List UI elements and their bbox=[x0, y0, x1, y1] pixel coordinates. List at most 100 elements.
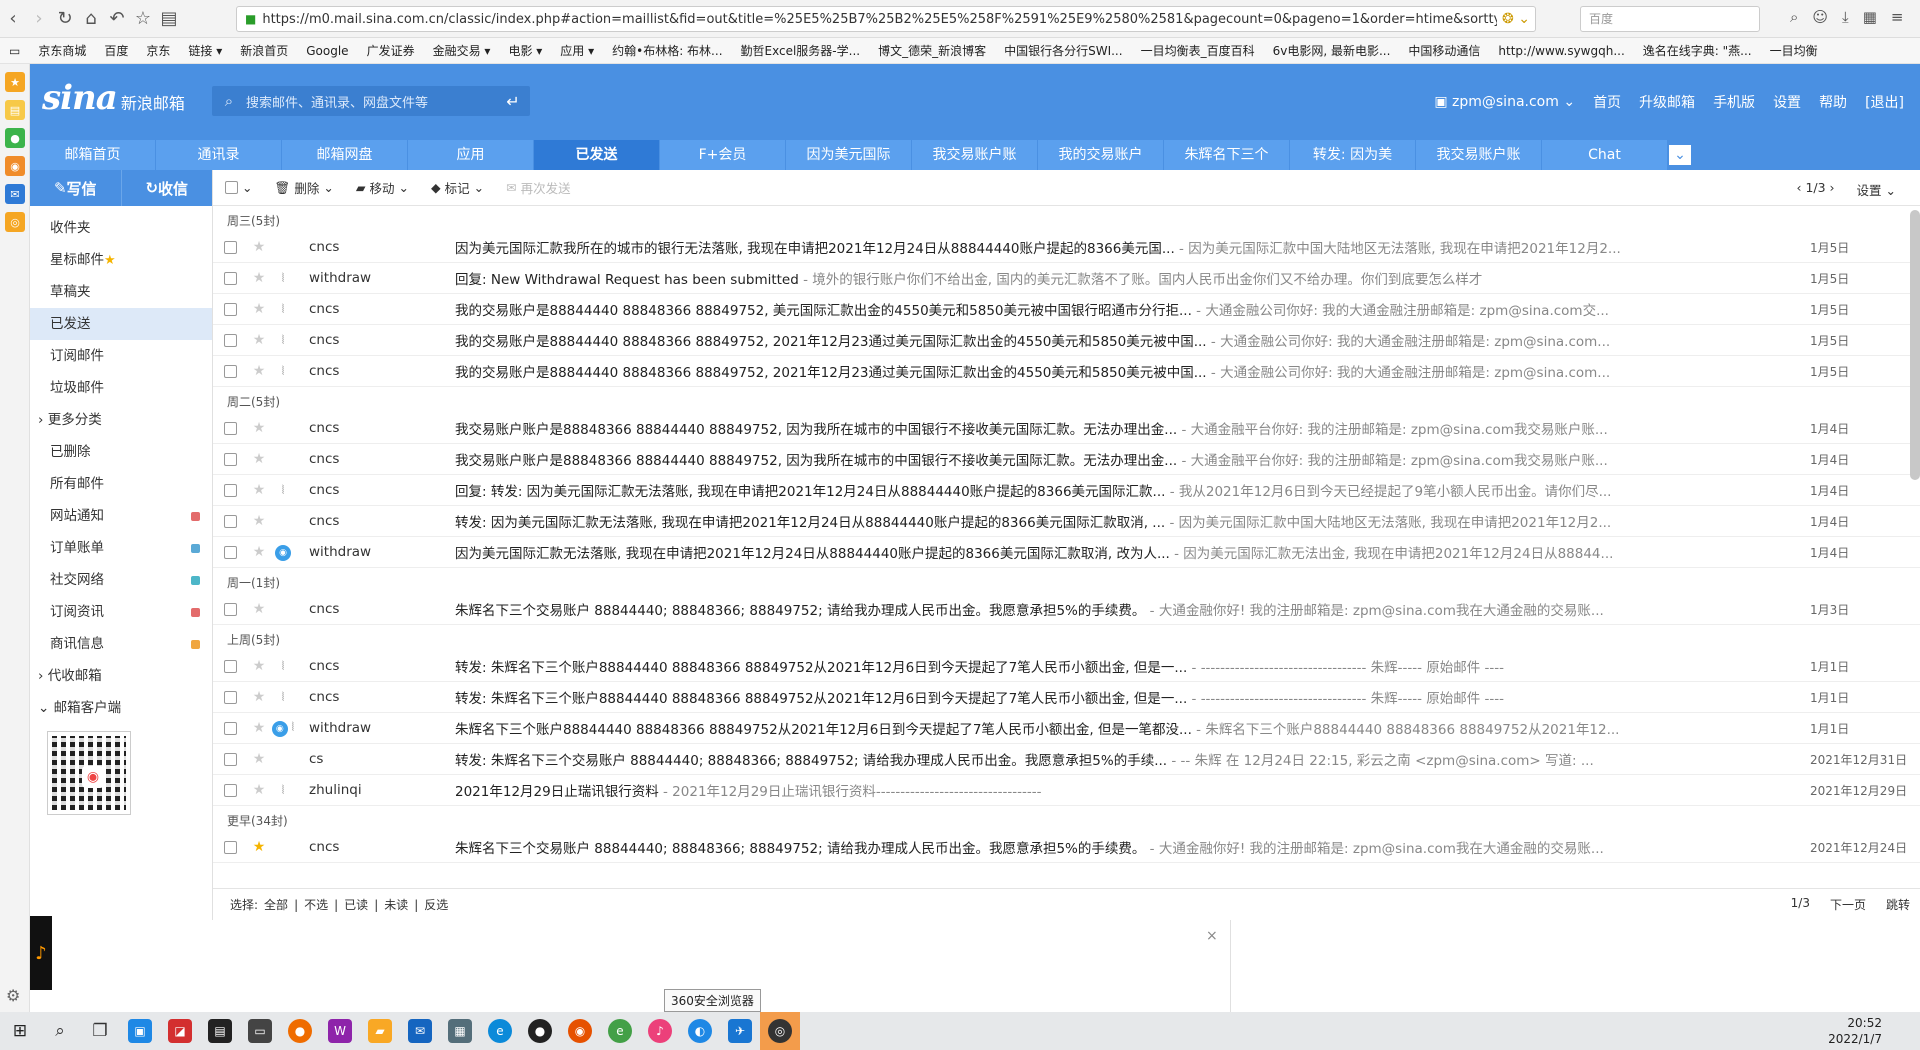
table-row[interactable]: ★ cncs 因为美元国际汇款我所在的城市的银行无法落账, 我现在申请把2021年1… bbox=[213, 232, 1920, 263]
app-orange-icon[interactable]: ● bbox=[280, 1012, 320, 1050]
header-link[interactable]: [退出] bbox=[1865, 92, 1904, 112]
bookmark-item[interactable]: 一目均衡 bbox=[1761, 42, 1827, 59]
home-icon[interactable]: ⌂ bbox=[78, 6, 104, 32]
tab-item[interactable]: 我的交易账户 bbox=[1038, 140, 1164, 170]
sidebar-folder[interactable]: 所有邮件 bbox=[30, 468, 212, 500]
undo-icon[interactable]: ↶ bbox=[104, 6, 130, 32]
checkbox[interactable] bbox=[223, 364, 237, 378]
browser-search-input[interactable]: 百度 bbox=[1580, 6, 1760, 32]
star-icon[interactable]: ★ bbox=[247, 689, 271, 705]
star-icon[interactable]: ★ bbox=[247, 658, 271, 674]
sidebar-folder[interactable]: 收件夹 bbox=[30, 212, 212, 244]
sidebar-folder[interactable]: 已发送 bbox=[30, 308, 212, 340]
star-icon[interactable]: ★ bbox=[247, 513, 271, 529]
star-icon[interactable]: ★ bbox=[247, 782, 271, 798]
sidebar-folder[interactable]: ⌄ 邮箱客户端 bbox=[30, 692, 212, 724]
download-icon[interactable]: ⤓ bbox=[1842, 8, 1849, 26]
row-checkbox[interactable] bbox=[213, 271, 247, 285]
bookmark-toggle-icon[interactable]: ▭ bbox=[0, 44, 29, 58]
select-option[interactable]: 全部 bbox=[264, 898, 288, 912]
star-icon[interactable]: ★ bbox=[247, 601, 271, 617]
bookmark-item[interactable]: 中国银行各分行SWI... bbox=[995, 42, 1131, 59]
bookmark-item[interactable]: 链接 ▾ bbox=[179, 42, 231, 59]
mail-search-input[interactable]: ⌕ 搜索邮件、通讯录、网盘文件等 ↵ bbox=[212, 86, 530, 116]
table-row[interactable]: ★ cncs 朱辉名下三个交易账户 88844440; 88848366; 8884… bbox=[213, 594, 1920, 625]
favorite-star-icon[interactable]: ☆ bbox=[130, 6, 156, 32]
row-checkbox[interactable] bbox=[213, 752, 247, 766]
terminal-icon[interactable]: ▭ bbox=[240, 1012, 280, 1050]
sidebar-folder[interactable]: 网站通知 bbox=[30, 500, 212, 532]
search-icon[interactable]: ⌕ bbox=[1790, 8, 1798, 26]
row-checkbox[interactable] bbox=[213, 514, 247, 528]
bookmark-item[interactable]: 百度 bbox=[95, 42, 137, 59]
close-icon[interactable]: × bbox=[1206, 928, 1218, 944]
select-option[interactable]: 反选 bbox=[424, 898, 448, 912]
row-checkbox[interactable] bbox=[213, 840, 247, 854]
checkbox[interactable] bbox=[223, 783, 237, 797]
jump-link[interactable]: 跳转 bbox=[1886, 896, 1910, 913]
star-icon[interactable]: ★ bbox=[247, 270, 271, 286]
table-row[interactable]: ★ ◉ withdraw 因为美元国际汇款无法落账, 我现在申请把2021年12月24… bbox=[213, 537, 1920, 568]
checkbox[interactable] bbox=[223, 602, 237, 616]
star-icon[interactable]: ★ bbox=[247, 420, 271, 436]
checkbox[interactable] bbox=[223, 333, 237, 347]
header-link[interactable]: 手机版 bbox=[1713, 92, 1755, 112]
app-blue-icon[interactable]: ◐ bbox=[680, 1012, 720, 1050]
row-checkbox[interactable] bbox=[213, 545, 247, 559]
edge-icon[interactable]: e bbox=[480, 1012, 520, 1050]
sidebar-folder[interactable]: › 代收邮箱 bbox=[30, 660, 212, 692]
sidebar-folder[interactable]: 已删除 bbox=[30, 436, 212, 468]
bookmark-item[interactable]: 京东商城 bbox=[29, 42, 95, 59]
music-icon[interactable]: ♪ bbox=[30, 916, 52, 990]
table-row[interactable]: ★ cncs 转发: 因为美元国际汇款无法落账, 我现在申请把2021年12月24日… bbox=[213, 506, 1920, 537]
app-wh-icon[interactable]: W bbox=[320, 1012, 360, 1050]
sidebar-folder[interactable]: 订单账单 bbox=[30, 532, 212, 564]
tab-item[interactable]: 应用 bbox=[408, 140, 534, 170]
checkbox[interactable] bbox=[223, 659, 237, 673]
resend-button[interactable]: ✉ 再次发送 bbox=[506, 178, 571, 197]
back-icon[interactable]: ‹ bbox=[0, 6, 26, 32]
star-icon[interactable]: ★ bbox=[247, 751, 271, 767]
row-checkbox[interactable] bbox=[213, 364, 247, 378]
forward-icon[interactable]: › bbox=[26, 6, 52, 32]
row-checkbox[interactable] bbox=[213, 240, 247, 254]
tab-item[interactable]: 朱辉名下三个 bbox=[1164, 140, 1290, 170]
select-option[interactable]: 已读 bbox=[344, 898, 368, 912]
receive-button[interactable]: ↻ 收信 bbox=[122, 170, 213, 206]
list-settings-button[interactable]: 设置 ⌄ bbox=[1857, 180, 1896, 199]
row-checkbox[interactable] bbox=[213, 690, 247, 704]
wechat-icon[interactable]: ● bbox=[5, 128, 25, 148]
table-row[interactable]: ★ cncs 朱辉名下三个交易账户 88844440; 88848366; 8884… bbox=[213, 832, 1920, 863]
task-view-icon[interactable]: ❐ bbox=[80, 1012, 120, 1050]
menu-icon[interactable]: ≡ bbox=[1891, 8, 1904, 26]
page-nav[interactable]: ‹ 1/3 › bbox=[1796, 180, 1834, 199]
table-row[interactable]: ★ cs 转发: 朱辉名下三个交易账户 88844440; 88848366; 88… bbox=[213, 744, 1920, 775]
address-bar[interactable]: ■ https://m0.mail.sina.com.cn/classic/in… bbox=[236, 6, 1536, 32]
checkbox[interactable] bbox=[223, 240, 237, 254]
star-icon[interactable]: ★ bbox=[247, 720, 271, 736]
apps-grid-icon[interactable]: ▦ bbox=[1863, 8, 1877, 26]
move-button[interactable]: ▰ 移动 ⌄ bbox=[356, 178, 409, 197]
compose-button[interactable]: ✎ 写信 bbox=[30, 170, 122, 206]
firefox-icon[interactable]: ◉ bbox=[560, 1012, 600, 1050]
table-row[interactable]: ★ ⦚ cncs 回复: 转发: 因为美元国际汇款无法落账, 我现在申请把2021年1… bbox=[213, 475, 1920, 506]
mail-app-icon[interactable]: ✉ bbox=[400, 1012, 440, 1050]
bookmark-item[interactable]: 约翰•布林格: 布林... bbox=[603, 42, 731, 59]
delete-button[interactable]: 🗑 删除 ⌄ bbox=[274, 178, 333, 197]
tab-more-chevron-icon[interactable]: ⌄ bbox=[1668, 144, 1692, 166]
gear-icon[interactable]: ⚙ bbox=[6, 986, 20, 1005]
sidebar-folder[interactable]: 商讯信息 bbox=[30, 628, 212, 660]
bookmark-item[interactable]: 广发证券 bbox=[358, 42, 424, 59]
app-red-icon[interactable]: ◪ bbox=[160, 1012, 200, 1050]
tab-item[interactable]: 通讯录 bbox=[156, 140, 282, 170]
table-row[interactable]: ★ ◉ ⦚ withdraw 朱辉名下三个账户88844440 88848366 88… bbox=[213, 713, 1920, 744]
scrollbar[interactable] bbox=[1910, 210, 1920, 480]
bookmark-item[interactable]: 京东 bbox=[137, 42, 179, 59]
star-icon[interactable]: ★ bbox=[247, 332, 271, 348]
next-page-link[interactable]: 下一页 bbox=[1830, 896, 1866, 913]
mark-button[interactable]: ◆ 标记 ⌄ bbox=[431, 178, 484, 197]
row-checkbox[interactable] bbox=[213, 602, 247, 616]
star-icon[interactable]: ★ bbox=[247, 239, 271, 255]
sidebar-folder[interactable]: 垃圾邮件 bbox=[30, 372, 212, 404]
bookmark-item[interactable]: 新浪首页 bbox=[231, 42, 297, 59]
